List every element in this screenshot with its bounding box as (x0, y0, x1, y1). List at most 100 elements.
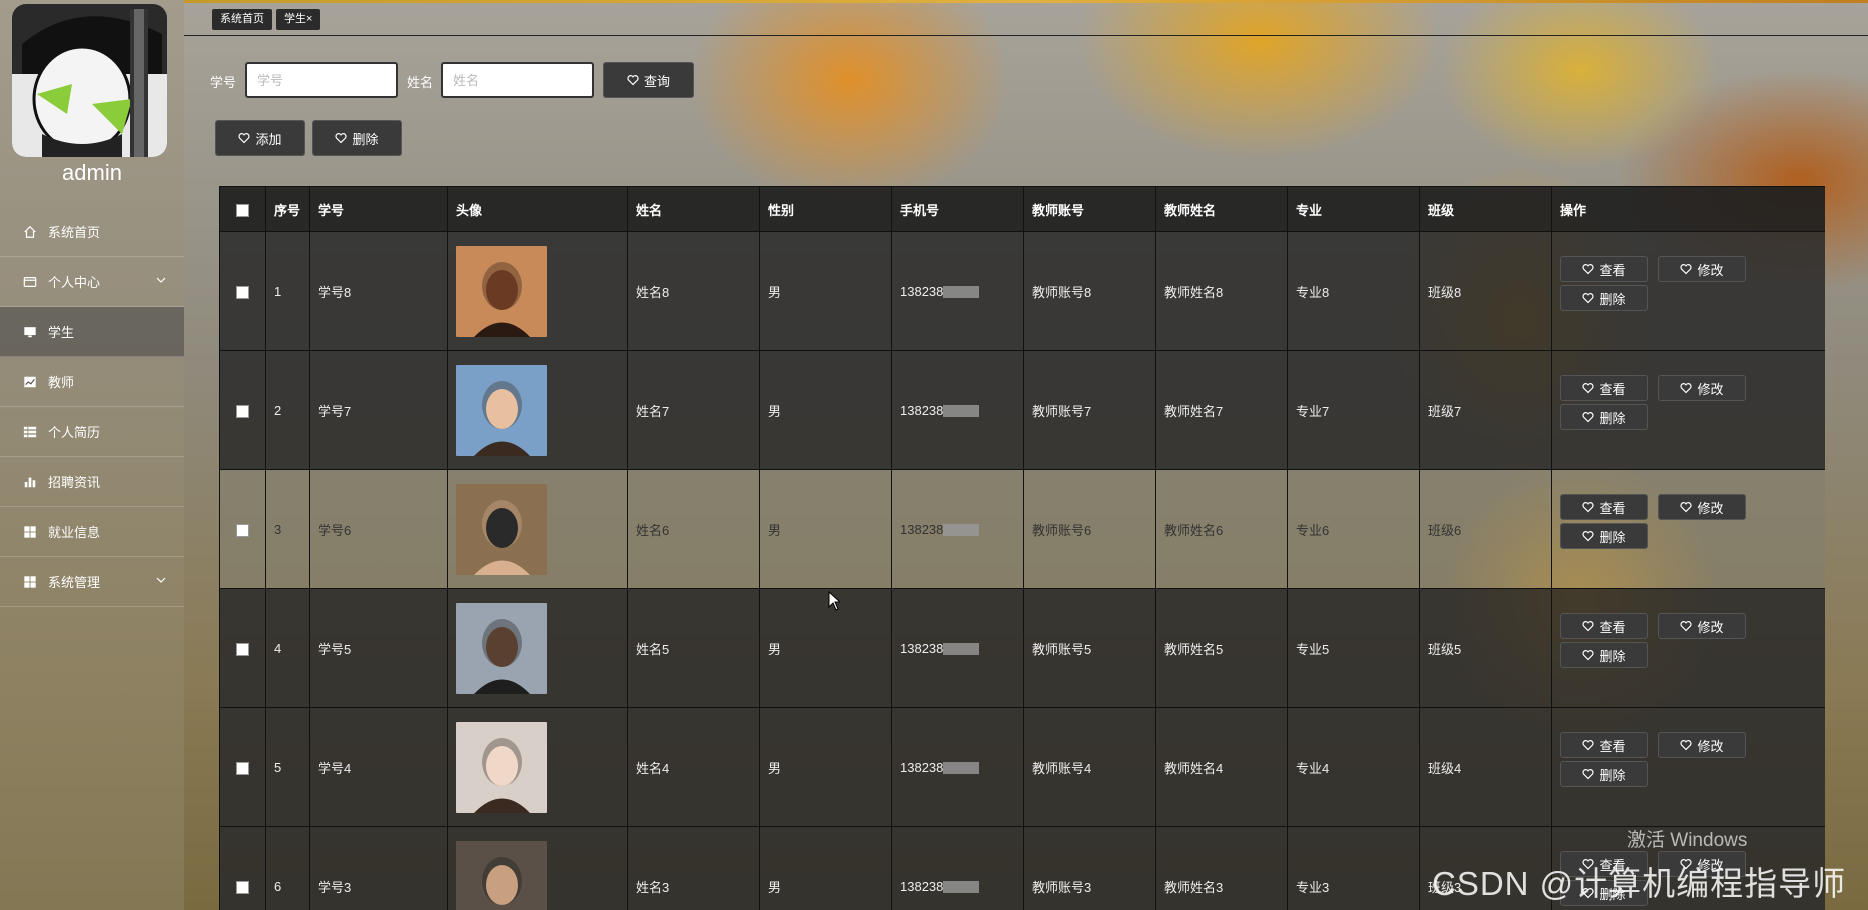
chart-icon (22, 374, 38, 390)
cell-index: 1 (265, 231, 310, 351)
heart-icon (1582, 769, 1595, 780)
row-delete-button-label: 删除 (1599, 291, 1626, 307)
sidebar-item-resume[interactable]: 个人简历 (0, 407, 184, 457)
row-checkbox[interactable] (236, 404, 249, 418)
add-button[interactable]: 添加 (215, 120, 305, 156)
heart-icon (1582, 740, 1595, 751)
phone-text: 138238 (900, 402, 944, 418)
windows-activation-watermark: 激活 Windows (1627, 830, 1748, 851)
close-icon[interactable]: × (306, 13, 312, 25)
sidebar-item-employment[interactable]: 就业信息 (0, 507, 184, 557)
student-photo[interactable] (456, 602, 547, 694)
edit-button-label: 修改 (1697, 262, 1724, 278)
edit-button[interactable]: 修改 (1658, 494, 1746, 520)
cell-operations: 查看 修改 删除 (1551, 707, 1825, 827)
avatar[interactable] (12, 4, 167, 157)
sidebar-item-system[interactable]: 系统管理 (0, 557, 184, 607)
row-delete-button[interactable]: 删除 (1560, 285, 1648, 311)
tab-home[interactable]: 系统首页 (212, 9, 272, 30)
cell-major: 专业5 (1287, 588, 1420, 708)
row-delete-button[interactable]: 删除 (1560, 642, 1648, 668)
table-row[interactable]: 4 学号5 姓名5 男 138238 教师账号5 教师姓名5 专业5 班级5 查… (219, 588, 1825, 708)
cell-index: 2 (265, 350, 310, 470)
view-button[interactable]: 查看 (1560, 613, 1648, 639)
query-button[interactable]: 查询 (603, 62, 694, 98)
col-header: 教师账号 (1023, 186, 1156, 232)
row-select-cell (219, 588, 266, 708)
sidebar-item-teacher[interactable]: 教师 (0, 357, 184, 407)
sidebar-item-student[interactable]: 学生 (0, 307, 184, 357)
cell-gender: 男 (759, 231, 892, 351)
edit-button[interactable]: 修改 (1658, 375, 1746, 401)
cell-teacher-account: 教师账号7 (1023, 350, 1156, 470)
cell-teacher-account: 教师账号5 (1023, 588, 1156, 708)
table-row[interactable]: 5 学号4 姓名4 男 138238 教师账号4 教师姓名4 专业4 班级4 查… (219, 707, 1825, 827)
phone-redaction (943, 881, 980, 894)
row-actions: 查看 修改 删除 (1560, 732, 1817, 802)
row-actions: 查看 修改 删除 (1560, 375, 1817, 445)
sidebar-item-home[interactable]: 系统首页 (0, 207, 184, 257)
row-checkbox[interactable] (236, 880, 249, 894)
student-table-container: 序号 学号 头像 姓名 性别 手机号 教师账号 教师姓名 专业 班级 操作 1 … (219, 186, 1825, 910)
col-header: 班级 (1419, 186, 1552, 232)
table-row[interactable]: 3 学号6 姓名6 男 138238 教师账号6 教师姓名6 专业6 班级6 查… (219, 469, 1825, 589)
tab-student[interactable]: 学生× (276, 9, 321, 30)
row-delete-button[interactable]: 删除 (1560, 761, 1648, 787)
cell-teacher-name: 教师姓名5 (1155, 588, 1288, 708)
table-row[interactable]: 1 学号8 姓名8 男 138238 教师账号8 教师姓名8 专业8 班级8 查… (219, 231, 1825, 351)
table-row[interactable]: 2 学号7 姓名7 男 138238 教师账号7 教师姓名7 专业7 班级7 查… (219, 350, 1825, 470)
edit-button[interactable]: 修改 (1658, 256, 1746, 282)
row-delete-button-label: 删除 (1599, 767, 1626, 783)
student-photo[interactable] (456, 840, 547, 910)
student-id-input[interactable] (245, 62, 398, 98)
cell-name: 姓名3 (627, 826, 760, 910)
view-button[interactable]: 查看 (1560, 732, 1648, 758)
cell-index: 5 (265, 707, 310, 827)
sidebar-item-label: 招聘资讯 (48, 475, 101, 490)
name-input[interactable] (441, 62, 594, 98)
row-delete-button-label: 删除 (1599, 648, 1626, 664)
row-actions: 查看 修改 删除 (1560, 256, 1817, 326)
view-button[interactable]: 查看 (1560, 375, 1648, 401)
student-photo[interactable] (456, 721, 547, 813)
sidebar-item-personal-center[interactable]: 个人中心 (0, 257, 184, 307)
select-all-checkbox[interactable] (236, 203, 249, 217)
cell-student-id: 学号5 (309, 588, 448, 708)
edit-button[interactable]: 修改 (1658, 732, 1746, 758)
row-actions: 查看 修改 删除 (1560, 494, 1817, 564)
cell-major: 专业8 (1287, 231, 1420, 351)
edit-button[interactable]: 修改 (1658, 613, 1746, 639)
student-photo[interactable] (456, 483, 547, 575)
cell-teacher-account: 教师账号6 (1023, 469, 1156, 589)
home-icon (22, 224, 38, 240)
row-checkbox[interactable] (236, 761, 249, 775)
phone-text: 138238 (900, 759, 944, 775)
view-button[interactable]: 查看 (1560, 494, 1648, 520)
sidebar-item-label: 教师 (48, 375, 75, 390)
col-header: 性别 (759, 186, 892, 232)
row-checkbox[interactable] (236, 285, 249, 299)
cell-major: 专业3 (1287, 826, 1420, 910)
heart-icon (1582, 531, 1595, 542)
row-checkbox[interactable] (236, 642, 249, 656)
cell-gender: 男 (759, 826, 892, 910)
id-card-icon (22, 274, 38, 290)
heart-icon (1582, 502, 1595, 513)
student-photo[interactable] (456, 245, 547, 337)
heart-icon (1680, 383, 1693, 394)
cell-operations: 查看 修改 删除 (1551, 469, 1825, 589)
heart-icon (627, 75, 639, 86)
delete-button-label: 删除 (352, 131, 379, 147)
sidebar-item-recruitment[interactable]: 招聘资讯 (0, 457, 184, 507)
row-checkbox[interactable] (236, 523, 249, 537)
row-delete-button[interactable]: 删除 (1560, 404, 1648, 430)
row-delete-button[interactable]: 删除 (1560, 523, 1648, 549)
delete-button[interactable]: 删除 (312, 120, 402, 156)
view-button[interactable]: 查看 (1560, 256, 1648, 282)
student-photo[interactable] (456, 364, 547, 456)
row-delete-button-label: 删除 (1599, 529, 1626, 545)
cell-gender: 男 (759, 588, 892, 708)
cell-phone: 138238 (891, 231, 1024, 351)
heart-icon (1680, 264, 1693, 275)
row-select-cell (219, 469, 266, 589)
